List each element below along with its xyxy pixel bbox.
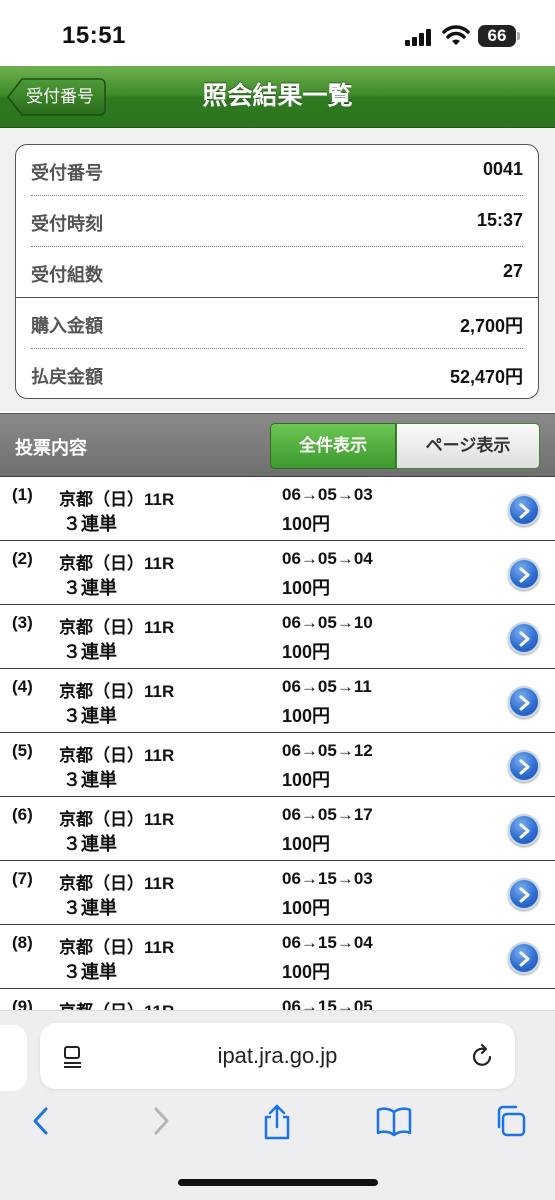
previous-tab-pill[interactable] bbox=[0, 1025, 27, 1091]
list-item[interactable]: (5) 京都（日）11R ３連単 06→05→12 100円 bbox=[0, 733, 555, 797]
bet-index: (2) bbox=[12, 549, 33, 568]
summary-area: 受付番号 0041 受付時刻 15:37 受付組数 27 購入金額 2,700円… bbox=[0, 128, 555, 411]
cellular-signal-icon bbox=[405, 28, 435, 46]
payout-amount-row: 払戻金額 52,470円 bbox=[31, 349, 523, 398]
bet-type: ３連単 bbox=[63, 706, 117, 726]
bet-race: 京都（日）11R bbox=[59, 682, 175, 701]
chevron-right-icon[interactable] bbox=[508, 942, 540, 974]
bet-index: (3) bbox=[12, 613, 33, 632]
receipt-number-label: 受付番号 bbox=[31, 163, 103, 183]
chevron-right-icon[interactable] bbox=[508, 814, 540, 846]
bet-combo: 06→05→10 bbox=[282, 613, 373, 632]
chevron-right-icon[interactable] bbox=[508, 686, 540, 718]
back-arrow-icon[interactable] bbox=[30, 1103, 52, 1139]
bet-combo: 06→05→04 bbox=[282, 549, 373, 568]
set-count-label: 受付組数 bbox=[31, 265, 103, 285]
list-item[interactable]: (6) 京都（日）11R ３連単 06→05→17 100円 bbox=[0, 797, 555, 861]
receipt-number-row: 受付番号 0041 bbox=[31, 145, 523, 195]
forward-arrow-icon[interactable] bbox=[150, 1103, 172, 1139]
section-title: 投票内容 bbox=[15, 438, 87, 458]
bet-amount: 100円 bbox=[282, 514, 331, 534]
bet-race: 京都（日）11R bbox=[59, 554, 175, 573]
list-item[interactable]: (3) 京都（日）11R ３連単 06→05→10 100円 bbox=[0, 605, 555, 669]
receipt-time-value: 15:37 bbox=[476, 210, 523, 230]
status-bar: 15:51 66 bbox=[0, 0, 555, 66]
bet-type: ３連単 bbox=[63, 642, 117, 662]
bet-combo: 06→15→04 bbox=[282, 933, 373, 952]
bet-race: 京都（日）11R bbox=[59, 490, 175, 509]
bet-type: ３連単 bbox=[63, 834, 117, 854]
list-item[interactable]: (1) 京都（日）11R ３連単 06→05→03 100円 bbox=[0, 477, 555, 541]
url-text: ipat.jra.go.jp bbox=[217, 1043, 338, 1068]
receipt-number-value: 0041 bbox=[482, 159, 523, 179]
purchase-amount-row: 購入金額 2,700円 bbox=[31, 298, 523, 348]
bet-amount: 100円 bbox=[282, 834, 331, 854]
receipt-time-row: 受付時刻 15:37 bbox=[31, 196, 523, 246]
bet-combo: 06→05→12 bbox=[282, 741, 373, 760]
address-bar[interactable]: ipat.jra.go.jp bbox=[40, 1023, 515, 1089]
payout-amount-label: 払戻金額 bbox=[31, 367, 103, 387]
bet-combo: 06→05→03 bbox=[282, 485, 373, 504]
summary-card: 受付番号 0041 受付時刻 15:37 受付組数 27 購入金額 2,700円… bbox=[15, 144, 539, 399]
receipt-time-label: 受付時刻 bbox=[31, 214, 103, 234]
bet-index: (6) bbox=[12, 805, 33, 824]
bet-type: ３連単 bbox=[63, 514, 117, 534]
bookmarks-icon[interactable] bbox=[376, 1103, 412, 1139]
bet-race: 京都（日）11R bbox=[59, 618, 175, 637]
page-view-button[interactable]: ページ表示 bbox=[396, 423, 540, 469]
bet-index: (4) bbox=[12, 677, 33, 696]
back-button[interactable]: 受付番号 bbox=[7, 78, 106, 116]
reload-icon[interactable] bbox=[471, 1043, 495, 1069]
bet-amount: 100円 bbox=[282, 578, 331, 598]
bet-race: 京都（日）11R bbox=[59, 810, 175, 829]
bet-index: (8) bbox=[12, 933, 33, 952]
purchase-amount-value: 2,700円 bbox=[459, 316, 523, 336]
bet-race: 京都（日）11R bbox=[59, 874, 175, 893]
battery-icon: 66 bbox=[478, 25, 520, 47]
list-item[interactable]: (8) 京都（日）11R ３連単 06→15→04 100円 bbox=[0, 925, 555, 989]
list-item[interactable]: (2) 京都（日）11R ３連単 06→05→04 100円 bbox=[0, 541, 555, 605]
bet-combo: 06→05→11 bbox=[282, 677, 372, 696]
share-icon[interactable] bbox=[261, 1103, 293, 1141]
bet-index: (7) bbox=[12, 869, 33, 888]
bet-index: (5) bbox=[12, 741, 33, 760]
list-item[interactable]: (7) 京都（日）11R ３連単 06→15→03 100円 bbox=[0, 861, 555, 925]
purchase-amount-label: 購入金額 bbox=[31, 316, 103, 336]
browser-toolbar: ipat.jra.go.jp bbox=[0, 1010, 555, 1200]
list-item[interactable]: (4) 京都（日）11R ３連単 06→05→11 100円 bbox=[0, 669, 555, 733]
bet-type: ３連単 bbox=[63, 770, 117, 790]
set-count-value: 27 bbox=[502, 261, 523, 281]
bet-combo: 06→05→17 bbox=[282, 805, 373, 824]
show-all-button[interactable]: 全件表示 bbox=[270, 423, 396, 469]
bet-type: ３連単 bbox=[63, 962, 117, 982]
nav-bar: 照会結果一覧 受付番号 bbox=[0, 66, 555, 128]
bet-race: 京都（日）11R bbox=[59, 938, 175, 957]
status-time: 15:51 bbox=[62, 22, 126, 49]
bet-amount: 100円 bbox=[282, 642, 331, 662]
bet-amount: 100円 bbox=[282, 706, 331, 726]
bet-index: (1) bbox=[12, 485, 33, 504]
bet-type: ３連単 bbox=[63, 578, 117, 598]
bet-amount: 100円 bbox=[282, 770, 331, 790]
bet-list[interactable]: (1) 京都（日）11R ３連単 06→05→03 100円 (2) 京都（日）… bbox=[0, 477, 555, 1017]
wifi-icon bbox=[442, 25, 470, 45]
chevron-right-icon[interactable] bbox=[508, 494, 540, 526]
set-count-row: 受付組数 27 bbox=[31, 247, 523, 297]
bet-combo: 06→15→03 bbox=[282, 869, 373, 888]
chevron-right-icon[interactable] bbox=[508, 750, 540, 782]
back-button-label: 受付番号 bbox=[26, 87, 94, 106]
bet-amount: 100円 bbox=[282, 898, 331, 918]
bet-content-header: 投票内容 全件表示 ページ表示 bbox=[0, 413, 555, 477]
tabs-icon[interactable] bbox=[494, 1103, 528, 1139]
home-indicator bbox=[178, 1179, 378, 1186]
bet-type: ３連単 bbox=[63, 898, 117, 918]
chevron-right-icon[interactable] bbox=[508, 622, 540, 654]
bet-race: 京都（日）11R bbox=[59, 746, 175, 765]
payout-amount-value: 52,470円 bbox=[449, 367, 523, 387]
bet-amount: 100円 bbox=[282, 962, 331, 982]
chevron-right-icon[interactable] bbox=[508, 878, 540, 910]
chevron-right-icon[interactable] bbox=[508, 558, 540, 590]
